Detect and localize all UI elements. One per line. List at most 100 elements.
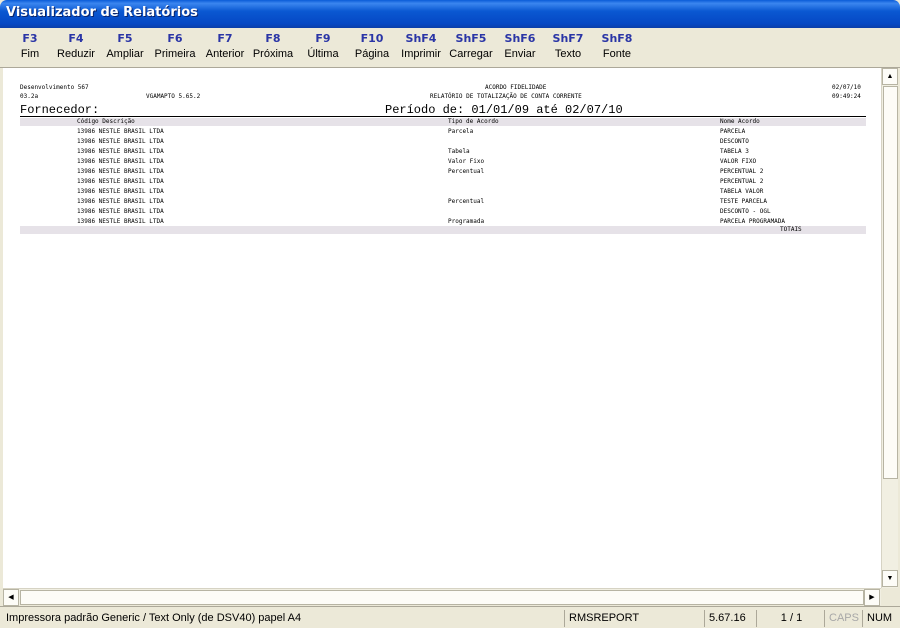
row-name: PERCENTUAL 2 xyxy=(720,178,764,185)
vertical-scrollbar[interactable]: ▲ ▼ xyxy=(881,68,898,588)
font-button[interactable]: ShF8 Fonte xyxy=(593,31,641,65)
shortcut-key: F8 xyxy=(265,32,281,45)
zoom-out-button[interactable]: F4 Reduzir xyxy=(52,31,100,65)
title-bar: Visualizador de Relatórios xyxy=(0,0,900,28)
totals-label: TOTAIS xyxy=(780,226,802,233)
col-agreement-type: Tipo de Acordo xyxy=(448,118,499,125)
row-name: PARCELA xyxy=(720,128,746,135)
row-type: Programada xyxy=(448,218,485,225)
toolbar: F3 Fim F4 Reduzir F5 Ampliar F6 Primeira F7 A… xyxy=(0,28,900,68)
scroll-right-icon[interactable]: ▶ xyxy=(864,589,880,606)
row-code: 13986 NESTLE BRASIL LTDA xyxy=(77,138,164,145)
shortcut-key: ShF5 xyxy=(455,32,487,45)
row-type: Parcela xyxy=(448,128,474,135)
next-page-button[interactable]: F8 Próxima xyxy=(249,31,297,65)
button-label: Última xyxy=(307,48,339,60)
shortcut-key: ShF8 xyxy=(601,32,633,45)
button-label: Fonte xyxy=(602,48,632,60)
row-type: Tabela xyxy=(448,148,470,155)
header-separator xyxy=(20,116,866,117)
shortcut-key: F3 xyxy=(22,32,38,45)
num-lock-status: NUM xyxy=(862,610,898,627)
button-label: Fim xyxy=(20,48,40,60)
vertical-scroll-thumb[interactable] xyxy=(883,86,898,479)
button-label: Imprimir xyxy=(401,48,441,60)
row-type: Percentual xyxy=(448,198,485,205)
row-code: 13986 NESTLE BRASIL LTDA xyxy=(77,208,164,215)
row-code: 13986 NESTLE BRASIL LTDA xyxy=(77,188,164,195)
send-button[interactable]: ShF6 Enviar xyxy=(496,31,544,65)
row-code: 13986 NESTLE BRASIL LTDA xyxy=(77,128,164,135)
shortcut-key: ShF7 xyxy=(552,32,584,45)
print-button[interactable]: ShF4 Imprimir xyxy=(397,31,445,65)
row-type: Percentual xyxy=(448,168,485,175)
load-button[interactable]: ShF5 Carregar xyxy=(447,31,495,65)
scroll-left-icon[interactable]: ◀ xyxy=(3,589,19,606)
shortcut-key: F7 xyxy=(217,32,233,45)
end-button[interactable]: F3 Fim xyxy=(6,31,54,65)
module-status: RMSREPORT xyxy=(564,610,702,627)
first-page-button[interactable]: F6 Primeira xyxy=(151,31,199,65)
row-name: VALOR FIXO xyxy=(720,158,757,165)
row-code: 13986 NESTLE BRASIL LTDA xyxy=(77,198,164,205)
printer-status: Impressora padrão Generic / Text Only (d… xyxy=(6,612,302,624)
row-code: 13986 NESTLE BRASIL LTDA xyxy=(77,148,164,155)
col-agreement-name: Nome Acordo xyxy=(720,118,760,125)
scroll-down-icon[interactable]: ▼ xyxy=(882,570,898,587)
page-status: 1 / 1 xyxy=(756,610,822,627)
row-name: DESCONTO xyxy=(720,138,749,145)
report-time: 09:49:24 xyxy=(832,93,861,100)
report-period: Período de: 01/01/09 até 02/07/10 xyxy=(385,103,623,117)
row-name: TABELA VALOR xyxy=(720,188,764,195)
row-code: 13986 NESTLE BRASIL LTDA xyxy=(77,178,164,185)
button-label: Texto xyxy=(554,48,582,60)
row-type: Valor Fixo xyxy=(448,158,485,165)
shortcut-key: F6 xyxy=(167,32,183,45)
button-label: Primeira xyxy=(154,48,196,60)
report-subtitle: RELATÓRIO DE TOTALIZAÇÃO DE CONTA CORREN… xyxy=(430,93,582,100)
shortcut-key: ShF6 xyxy=(504,32,536,45)
row-name: TESTE PARCELA xyxy=(720,198,767,205)
supplier-label: Fornecedor: xyxy=(20,103,100,117)
report-dept: Desenvolvimento 567 xyxy=(20,84,89,91)
report-viewport: Desenvolvimento 567 03.2a VGAMAPTO 5.65.… xyxy=(3,68,881,588)
report-title: ACORDO FIDELIDADE xyxy=(485,84,547,91)
button-label: Anterior xyxy=(205,48,245,60)
shortcut-key: F9 xyxy=(315,32,331,45)
go-to-page-button[interactable]: F10 Página xyxy=(348,31,396,65)
row-name: PARCELA PROGRAMADA xyxy=(720,218,786,225)
report-version: 03.2a xyxy=(20,93,39,100)
button-label: Enviar xyxy=(504,48,536,60)
scroll-up-icon[interactable]: ▲ xyxy=(882,68,898,85)
previous-page-button[interactable]: F7 Anterior xyxy=(201,31,249,65)
zoom-in-button[interactable]: F5 Ampliar xyxy=(101,31,149,65)
row-code: 13986 NESTLE BRASIL LTDA xyxy=(77,218,164,225)
window-title: Visualizador de Relatórios xyxy=(6,5,198,20)
totals-band xyxy=(20,226,866,234)
last-page-button[interactable]: F9 Última xyxy=(299,31,347,65)
row-name: TABELA 3 xyxy=(720,148,749,155)
shortcut-key: F5 xyxy=(117,32,133,45)
button-label: Ampliar xyxy=(106,48,144,60)
shortcut-key: F4 xyxy=(68,32,84,45)
shortcut-key: ShF4 xyxy=(405,32,437,45)
report-program: VGAMAPTO 5.65.2 xyxy=(146,93,201,100)
shortcut-key: F10 xyxy=(360,32,384,45)
button-label: Reduzir xyxy=(57,48,95,60)
status-bar: Impressora padrão Generic / Text Only (d… xyxy=(0,606,900,628)
text-button[interactable]: ShF7 Texto xyxy=(544,31,592,65)
button-label: Próxima xyxy=(252,48,294,60)
horizontal-scroll-thumb[interactable] xyxy=(20,590,864,605)
horizontal-scrollbar[interactable]: ◀ ▶ xyxy=(3,588,881,606)
col-code-description: Código Descrição xyxy=(77,118,135,125)
button-label: Carregar xyxy=(449,48,493,60)
button-label: Página xyxy=(354,48,390,60)
report-date: 02/07/10 xyxy=(832,84,861,91)
row-name: PERCENTUAL 2 xyxy=(720,168,764,175)
row-code: 13986 NESTLE BRASIL LTDA xyxy=(77,168,164,175)
version-status: 5.67.16 xyxy=(704,610,754,627)
row-code: 13986 NESTLE BRASIL LTDA xyxy=(77,158,164,165)
scroll-corner xyxy=(881,588,898,605)
row-name: DESCONTO - OGL xyxy=(720,208,771,215)
caps-lock-status: CAPS xyxy=(824,610,860,627)
